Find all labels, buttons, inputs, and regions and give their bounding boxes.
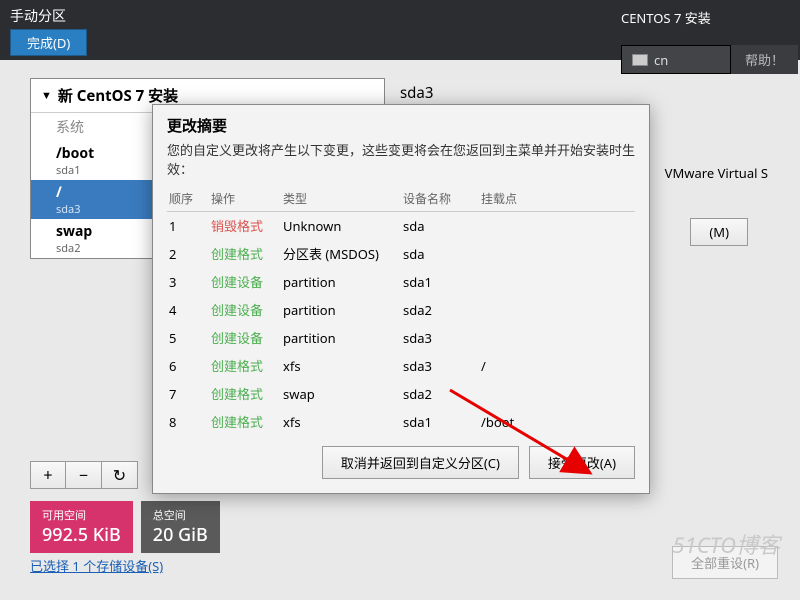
cancel-return-button[interactable]: 取消并返回到自定义分区(C) xyxy=(322,446,519,479)
install-label: CENTOS 7 安装 xyxy=(621,8,792,27)
dialog-message: 您的自定义更改将产生以下变更，这些变更将会在您返回到主菜单并开始安装时生效： xyxy=(153,140,649,186)
table-row[interactable]: 7创建格式swapsda2 xyxy=(167,380,635,408)
summary-dialog: 更改摘要 您的自定义更改将产生以下变更，这些变更将会在您返回到主菜单并开始安装时… xyxy=(152,104,650,494)
expand-triangle-icon: ▼ xyxy=(41,88,52,103)
accept-changes-button[interactable]: 接受更改(A) xyxy=(529,446,635,479)
top-header: 手动分区 完成(D) CENTOS 7 安装 cn 帮助！ xyxy=(0,0,800,60)
keyboard-icon xyxy=(632,54,648,66)
total-space-label: 总空间 xyxy=(153,507,208,523)
space-summary: 可用空间 992.5 KiB 总空间 20 GiB xyxy=(30,501,220,553)
total-space-value: 20 GiB xyxy=(153,523,208,547)
reset-all-button[interactable]: 全部重设(R) xyxy=(672,546,778,579)
col-action: 操作 xyxy=(211,190,283,207)
dialog-title: 更改摘要 xyxy=(153,105,649,140)
dialog-buttons: 取消并返回到自定义分区(C) 接受更改(A) xyxy=(153,436,649,493)
table-row[interactable]: 5创建设备partitionsda3 xyxy=(167,324,635,352)
reload-button[interactable]: ↻ xyxy=(102,461,138,489)
col-order: 顺序 xyxy=(169,190,211,207)
vmware-label: VMware Virtual S xyxy=(665,164,768,182)
available-space-value: 992.5 KiB xyxy=(42,523,121,547)
storage-devices-link[interactable]: 已选择 1 个存储设备(S) xyxy=(30,556,163,575)
done-button[interactable]: 完成(D) xyxy=(10,29,87,56)
table-row[interactable]: 6创建格式xfssda3/ xyxy=(167,352,635,380)
col-mount: 挂载点 xyxy=(481,190,551,207)
table-header-row: 顺序 操作 类型 设备名称 挂载点 xyxy=(167,186,635,212)
keyboard-lang: cn xyxy=(654,51,668,69)
table-row[interactable]: 8创建格式xfssda1/boot xyxy=(167,408,635,436)
available-space-label: 可用空间 xyxy=(42,507,121,523)
keyboard-layout-selector[interactable]: cn xyxy=(621,45,731,74)
install-root-label: 新 CentOS 7 安装 xyxy=(58,85,178,106)
col-devname: 设备名称 xyxy=(403,190,481,207)
available-space-box: 可用空间 992.5 KiB xyxy=(30,501,133,553)
table-row[interactable]: 2创建格式分区表 (MSDOS)sda xyxy=(167,240,635,268)
table-row[interactable]: 4创建设备partitionsda2 xyxy=(167,296,635,324)
total-space-box: 总空间 20 GiB xyxy=(141,501,220,553)
page-title: 手动分区 xyxy=(10,6,87,26)
add-partition-button[interactable]: + xyxy=(30,461,66,489)
table-row[interactable]: 1销毁格式Unknownsda xyxy=(167,212,635,240)
help-button[interactable]: 帮助！ xyxy=(731,45,798,74)
table-row[interactable]: 3创建设备partitionsda1 xyxy=(167,268,635,296)
remove-partition-button[interactable]: − xyxy=(66,461,102,489)
changes-table: 顺序 操作 类型 设备名称 挂载点 1销毁格式Unknownsda2创建格式分区… xyxy=(153,186,649,436)
modify-button[interactable]: (M) xyxy=(690,218,748,246)
col-type: 类型 xyxy=(283,190,403,207)
